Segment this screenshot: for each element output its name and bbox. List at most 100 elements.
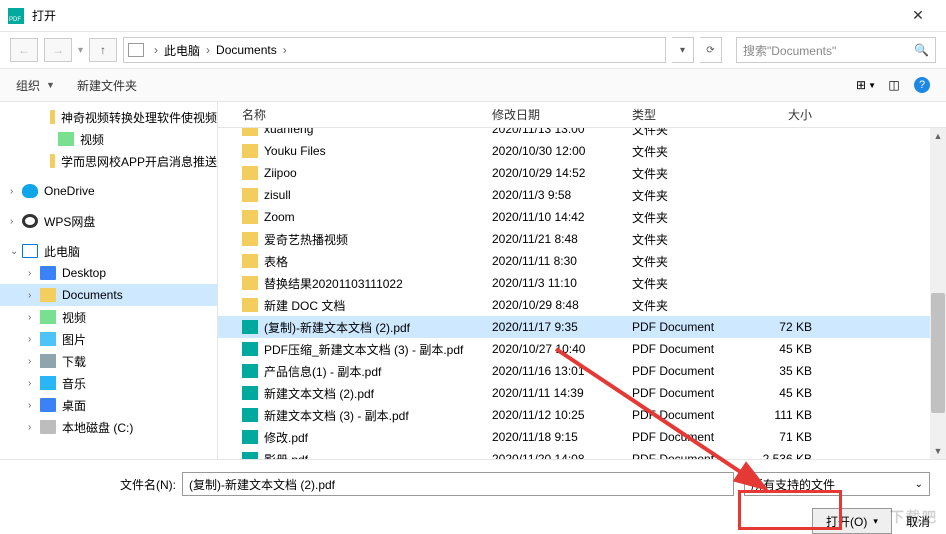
file-row[interactable]: 表格2020/11/11 8:30文件夹: [218, 250, 946, 272]
pdf-icon: [242, 452, 258, 459]
file-row[interactable]: Ziipoo2020/10/29 14:52文件夹: [218, 162, 946, 184]
file-date: 2020/11/10 14:42: [492, 210, 632, 224]
tree-item[interactable]: › Documents: [0, 284, 217, 306]
tree-item[interactable]: 视频: [0, 128, 217, 150]
file-row[interactable]: (复制)-新建文本文档 (2).pdf2020/11/17 9:35PDF Do…: [218, 316, 946, 338]
file-row[interactable]: PDF压缩_新建文本文档 (3) - 副本.pdf2020/10/27 10:4…: [218, 338, 946, 360]
expand-icon[interactable]: ›: [28, 356, 40, 367]
pic-icon: [40, 332, 56, 346]
close-icon[interactable]: ✕: [898, 7, 938, 24]
expand-icon[interactable]: ›: [10, 186, 22, 197]
back-button[interactable]: ←: [10, 38, 38, 62]
expand-icon[interactable]: ›: [28, 268, 40, 279]
new-folder-button[interactable]: 新建文件夹: [73, 77, 141, 94]
file-type: PDF Document: [632, 364, 752, 378]
file-size: 45 KB: [752, 342, 832, 356]
scroll-down-icon[interactable]: ▼: [930, 443, 946, 459]
desktop-icon: [40, 266, 56, 280]
folder-tree[interactable]: 神奇视频转换处理软件使视频视频学而思网校APP开启消息推送 ›OneDrive ›W…: [0, 102, 218, 459]
titlebar: 打开 ✕: [0, 0, 946, 32]
preview-pane-icon[interactable]: ◫: [882, 75, 906, 95]
file-name: zisull: [264, 188, 291, 202]
expand-icon[interactable]: ›: [10, 216, 22, 227]
tree-item[interactable]: ›桌面: [0, 394, 217, 416]
organize-button[interactable]: 组织: [12, 77, 44, 94]
col-type-header[interactable]: 类型: [632, 106, 752, 123]
refresh-button[interactable]: ⟳: [700, 37, 722, 63]
tree-item-label: Documents: [62, 288, 123, 302]
forward-button[interactable]: →: [44, 38, 72, 62]
breadcrumb-folder[interactable]: Documents: [216, 43, 277, 57]
view-options-icon[interactable]: ⊞▼: [854, 75, 878, 95]
breadcrumb-dropdown-icon[interactable]: ▾: [672, 37, 694, 63]
search-icon[interactable]: 🔍: [914, 43, 929, 57]
recent-dropdown-icon[interactable]: ▾: [78, 45, 83, 56]
file-size: 2,536 KB: [752, 452, 832, 459]
expand-icon[interactable]: ›: [28, 334, 40, 345]
file-date: 2020/10/27 10:40: [492, 342, 632, 356]
tree-item[interactable]: ›WPS网盘: [0, 210, 217, 232]
tree-item[interactable]: 神奇视频转换处理软件使视频: [0, 106, 217, 128]
file-row[interactable]: 影册.pdf2020/11/20 14:08PDF Document2,536 …: [218, 448, 946, 459]
file-row[interactable]: 修改.pdf2020/11/18 9:15PDF Document71 KB: [218, 426, 946, 448]
tree-item[interactable]: ›本地磁盘 (C:): [0, 416, 217, 438]
scroll-up-icon[interactable]: ▲: [930, 128, 946, 144]
file-row[interactable]: xuanfeng2020/11/13 13:00文件夹: [218, 128, 946, 140]
tree-item[interactable]: ›视频: [0, 306, 217, 328]
file-name: 影册.pdf: [264, 451, 308, 460]
drive-icon: [40, 420, 56, 434]
expand-icon[interactable]: ›: [28, 312, 40, 323]
tree-item-label: 图片: [62, 331, 86, 348]
help-button[interactable]: ?: [910, 75, 934, 95]
chevron-down-icon: ⌄: [915, 479, 923, 490]
column-header[interactable]: 名称 修改日期 类型 大小: [218, 102, 946, 128]
expand-icon[interactable]: ›: [28, 378, 40, 389]
file-row[interactable]: 产品信息(1) - 副本.pdf2020/11/16 13:01PDF Docu…: [218, 360, 946, 382]
file-date: 2020/10/29 14:52: [492, 166, 632, 180]
file-row[interactable]: Zoom2020/11/10 14:42文件夹: [218, 206, 946, 228]
file-row[interactable]: 新建文本文档 (3) - 副本.pdf2020/11/12 10:25PDF D…: [218, 404, 946, 426]
up-button[interactable]: ↑: [89, 38, 117, 62]
file-row[interactable]: 爱奇艺热播视频2020/11/21 8:48文件夹: [218, 228, 946, 250]
file-row[interactable]: 新建 DOC 文档2020/10/29 8:48文件夹: [218, 294, 946, 316]
tree-item[interactable]: ⌄此电脑: [0, 240, 217, 262]
organize-dropdown-icon[interactable]: ▼: [46, 80, 55, 90]
col-name-header[interactable]: 名称: [242, 106, 492, 123]
tree-item[interactable]: › 图片: [0, 328, 217, 350]
expand-icon[interactable]: ›: [28, 400, 40, 411]
col-size-header[interactable]: 大小: [752, 106, 832, 123]
cloud-icon: [22, 184, 38, 198]
open-button[interactable]: 打开(O) ▾: [812, 508, 892, 534]
open-split-dropdown-icon[interactable]: ▾: [873, 516, 878, 527]
col-date-header[interactable]: 修改日期: [492, 106, 632, 123]
file-name: Ziipoo: [264, 166, 297, 180]
scroll-thumb[interactable]: [931, 293, 945, 413]
breadcrumb-root[interactable]: 此电脑: [164, 42, 200, 59]
file-row[interactable]: zisull2020/11/3 9:58文件夹: [218, 184, 946, 206]
file-name: Zoom: [264, 210, 295, 224]
tree-item[interactable]: ›Desktop: [0, 262, 217, 284]
file-date: 2020/11/17 9:35: [492, 320, 632, 334]
scrollbar[interactable]: ▲ ▼: [930, 128, 946, 459]
filename-input[interactable]: [182, 472, 734, 496]
file-type: 文件夹: [632, 187, 752, 204]
tree-item[interactable]: ›音乐: [0, 372, 217, 394]
desktop-icon: [40, 398, 56, 412]
filetype-select[interactable]: 所有支持的文件 ⌄: [744, 472, 930, 496]
tree-item[interactable]: ›OneDrive: [0, 180, 217, 202]
tree-item[interactable]: ›下载: [0, 350, 217, 372]
file-list[interactable]: xuanfeng2020/11/13 13:00文件夹Youku Files20…: [218, 128, 946, 459]
file-row[interactable]: Youku Files2020/10/30 12:00文件夹: [218, 140, 946, 162]
expand-icon[interactable]: ›: [28, 422, 40, 433]
folder-icon: [242, 276, 258, 290]
expand-icon[interactable]: ›: [28, 290, 40, 301]
expand-icon[interactable]: ⌄: [10, 246, 22, 257]
file-row[interactable]: 替换结果202011031110222020/11/3 11:10文件夹: [218, 272, 946, 294]
file-type: PDF Document: [632, 320, 752, 334]
file-size: 111 KB: [752, 408, 832, 422]
file-row[interactable]: 新建文本文档 (2).pdf2020/11/11 14:39PDF Docume…: [218, 382, 946, 404]
file-name: 表格: [264, 253, 288, 270]
search-input[interactable]: 搜索"Documents" 🔍: [736, 37, 936, 63]
breadcrumb[interactable]: › 此电脑 › Documents ›: [123, 37, 666, 63]
tree-item[interactable]: 学而思网校APP开启消息推送: [0, 150, 217, 172]
